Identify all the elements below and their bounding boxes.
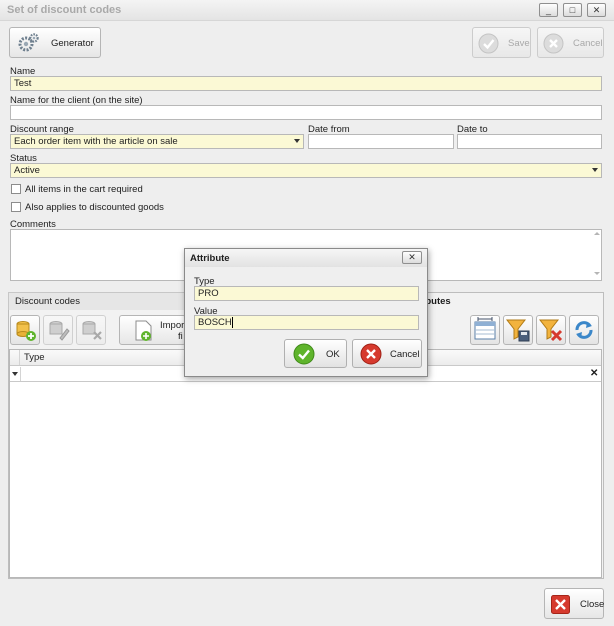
- dialog-close-button[interactable]: ✕: [402, 251, 422, 264]
- maximize-button[interactable]: □: [563, 3, 582, 17]
- attribute-dialog: Attribute ✕ Type PRO Value BOSCH OK Canc…: [184, 248, 428, 377]
- window-title: Set of discount codes: [7, 4, 122, 16]
- delete-database-icon: [82, 321, 102, 340]
- ok-checkmark-icon: [293, 343, 315, 365]
- date-from-field[interactable]: [308, 134, 454, 149]
- dialog-value-field[interactable]: BOSCH: [194, 315, 419, 330]
- clear-filter-icon[interactable]: ✕: [590, 368, 598, 379]
- import-file-icon: [135, 320, 152, 341]
- checkmark-icon: [478, 33, 499, 54]
- discount-range-value: Each order item with the article on sale: [14, 136, 178, 147]
- tab-attributes[interactable]: ributes: [418, 292, 604, 311]
- filter-divider: [20, 367, 21, 381]
- close-button[interactable]: Close: [544, 588, 604, 619]
- discounted-goods-checkbox[interactable]: [11, 202, 21, 212]
- status-select[interactable]: Active: [10, 163, 602, 178]
- minimize-button[interactable]: _: [539, 3, 558, 17]
- discounted-goods-label: Also applies to discounted goods: [25, 202, 164, 213]
- cancel-icon: [543, 33, 564, 54]
- all-items-label: All items in the cart required: [25, 184, 143, 195]
- dialog-ok-button[interactable]: OK: [284, 339, 347, 368]
- close-icon: [551, 595, 570, 614]
- dialog-value-text: BOSCH: [198, 317, 232, 328]
- save-label: Save: [508, 38, 530, 49]
- chevron-down-icon: [294, 139, 300, 143]
- cancel-button[interactable]: Cancel: [537, 27, 604, 58]
- filter-clear-icon: [538, 319, 563, 342]
- cancel-label: Cancel: [573, 38, 603, 49]
- delete-button[interactable]: [76, 315, 106, 345]
- dialog-cancel-button[interactable]: Cancel: [352, 339, 422, 368]
- edit-button[interactable]: [43, 315, 73, 345]
- import-label-line2: fi: [178, 331, 183, 342]
- client-name-field[interactable]: [10, 105, 602, 120]
- date-to-field[interactable]: [457, 134, 602, 149]
- dialog-ok-label: OK: [326, 349, 340, 360]
- dialog-title: Attribute: [190, 253, 230, 264]
- status-value: Active: [14, 165, 40, 176]
- save-button[interactable]: Save: [472, 27, 531, 58]
- text-cursor: [231, 316, 233, 328]
- tab-discount-codes[interactable]: Discount codes: [8, 292, 204, 310]
- title-bar: Set of discount codes _ □ ✕: [0, 0, 614, 21]
- clear-filter-button[interactable]: [536, 315, 566, 345]
- grid-indicator-cell: [10, 350, 20, 365]
- import-label-line1: Import: [160, 320, 187, 331]
- all-items-checkbox[interactable]: [11, 184, 21, 194]
- grid-columns-icon: [474, 317, 496, 340]
- refresh-button[interactable]: [569, 315, 599, 345]
- gears-icon: [18, 33, 39, 52]
- edit-database-icon: [49, 321, 70, 341]
- dialog-type-field[interactable]: PRO: [194, 286, 419, 301]
- close-window-button[interactable]: ✕: [587, 3, 606, 17]
- dialog-title-bar: Attribute ✕: [185, 249, 427, 267]
- chevron-down-icon: [592, 168, 598, 172]
- discount-range-select[interactable]: Each order item with the article on sale: [10, 134, 304, 149]
- add-database-icon: [16, 321, 36, 341]
- name-field[interactable]: Test: [10, 76, 602, 91]
- attributes-grid[interactable]: [9, 349, 602, 578]
- close-label: Close: [580, 599, 605, 610]
- grid-column-type[interactable]: Type: [24, 352, 45, 363]
- column-width-button[interactable]: [470, 315, 500, 345]
- import-file-button[interactable]: Import fi: [119, 315, 187, 345]
- refresh-icon: [575, 321, 593, 339]
- filter-save-icon: [505, 319, 530, 342]
- generator-button[interactable]: Generator: [9, 27, 101, 58]
- filter-icon: [12, 372, 18, 376]
- generator-label: Generator: [51, 38, 94, 49]
- comments-scrollbar[interactable]: [592, 232, 601, 278]
- dialog-cancel-label: Cancel: [390, 349, 420, 360]
- cancel-x-icon: [360, 343, 382, 365]
- save-filter-button[interactable]: [503, 315, 533, 345]
- add-button[interactable]: [10, 315, 40, 345]
